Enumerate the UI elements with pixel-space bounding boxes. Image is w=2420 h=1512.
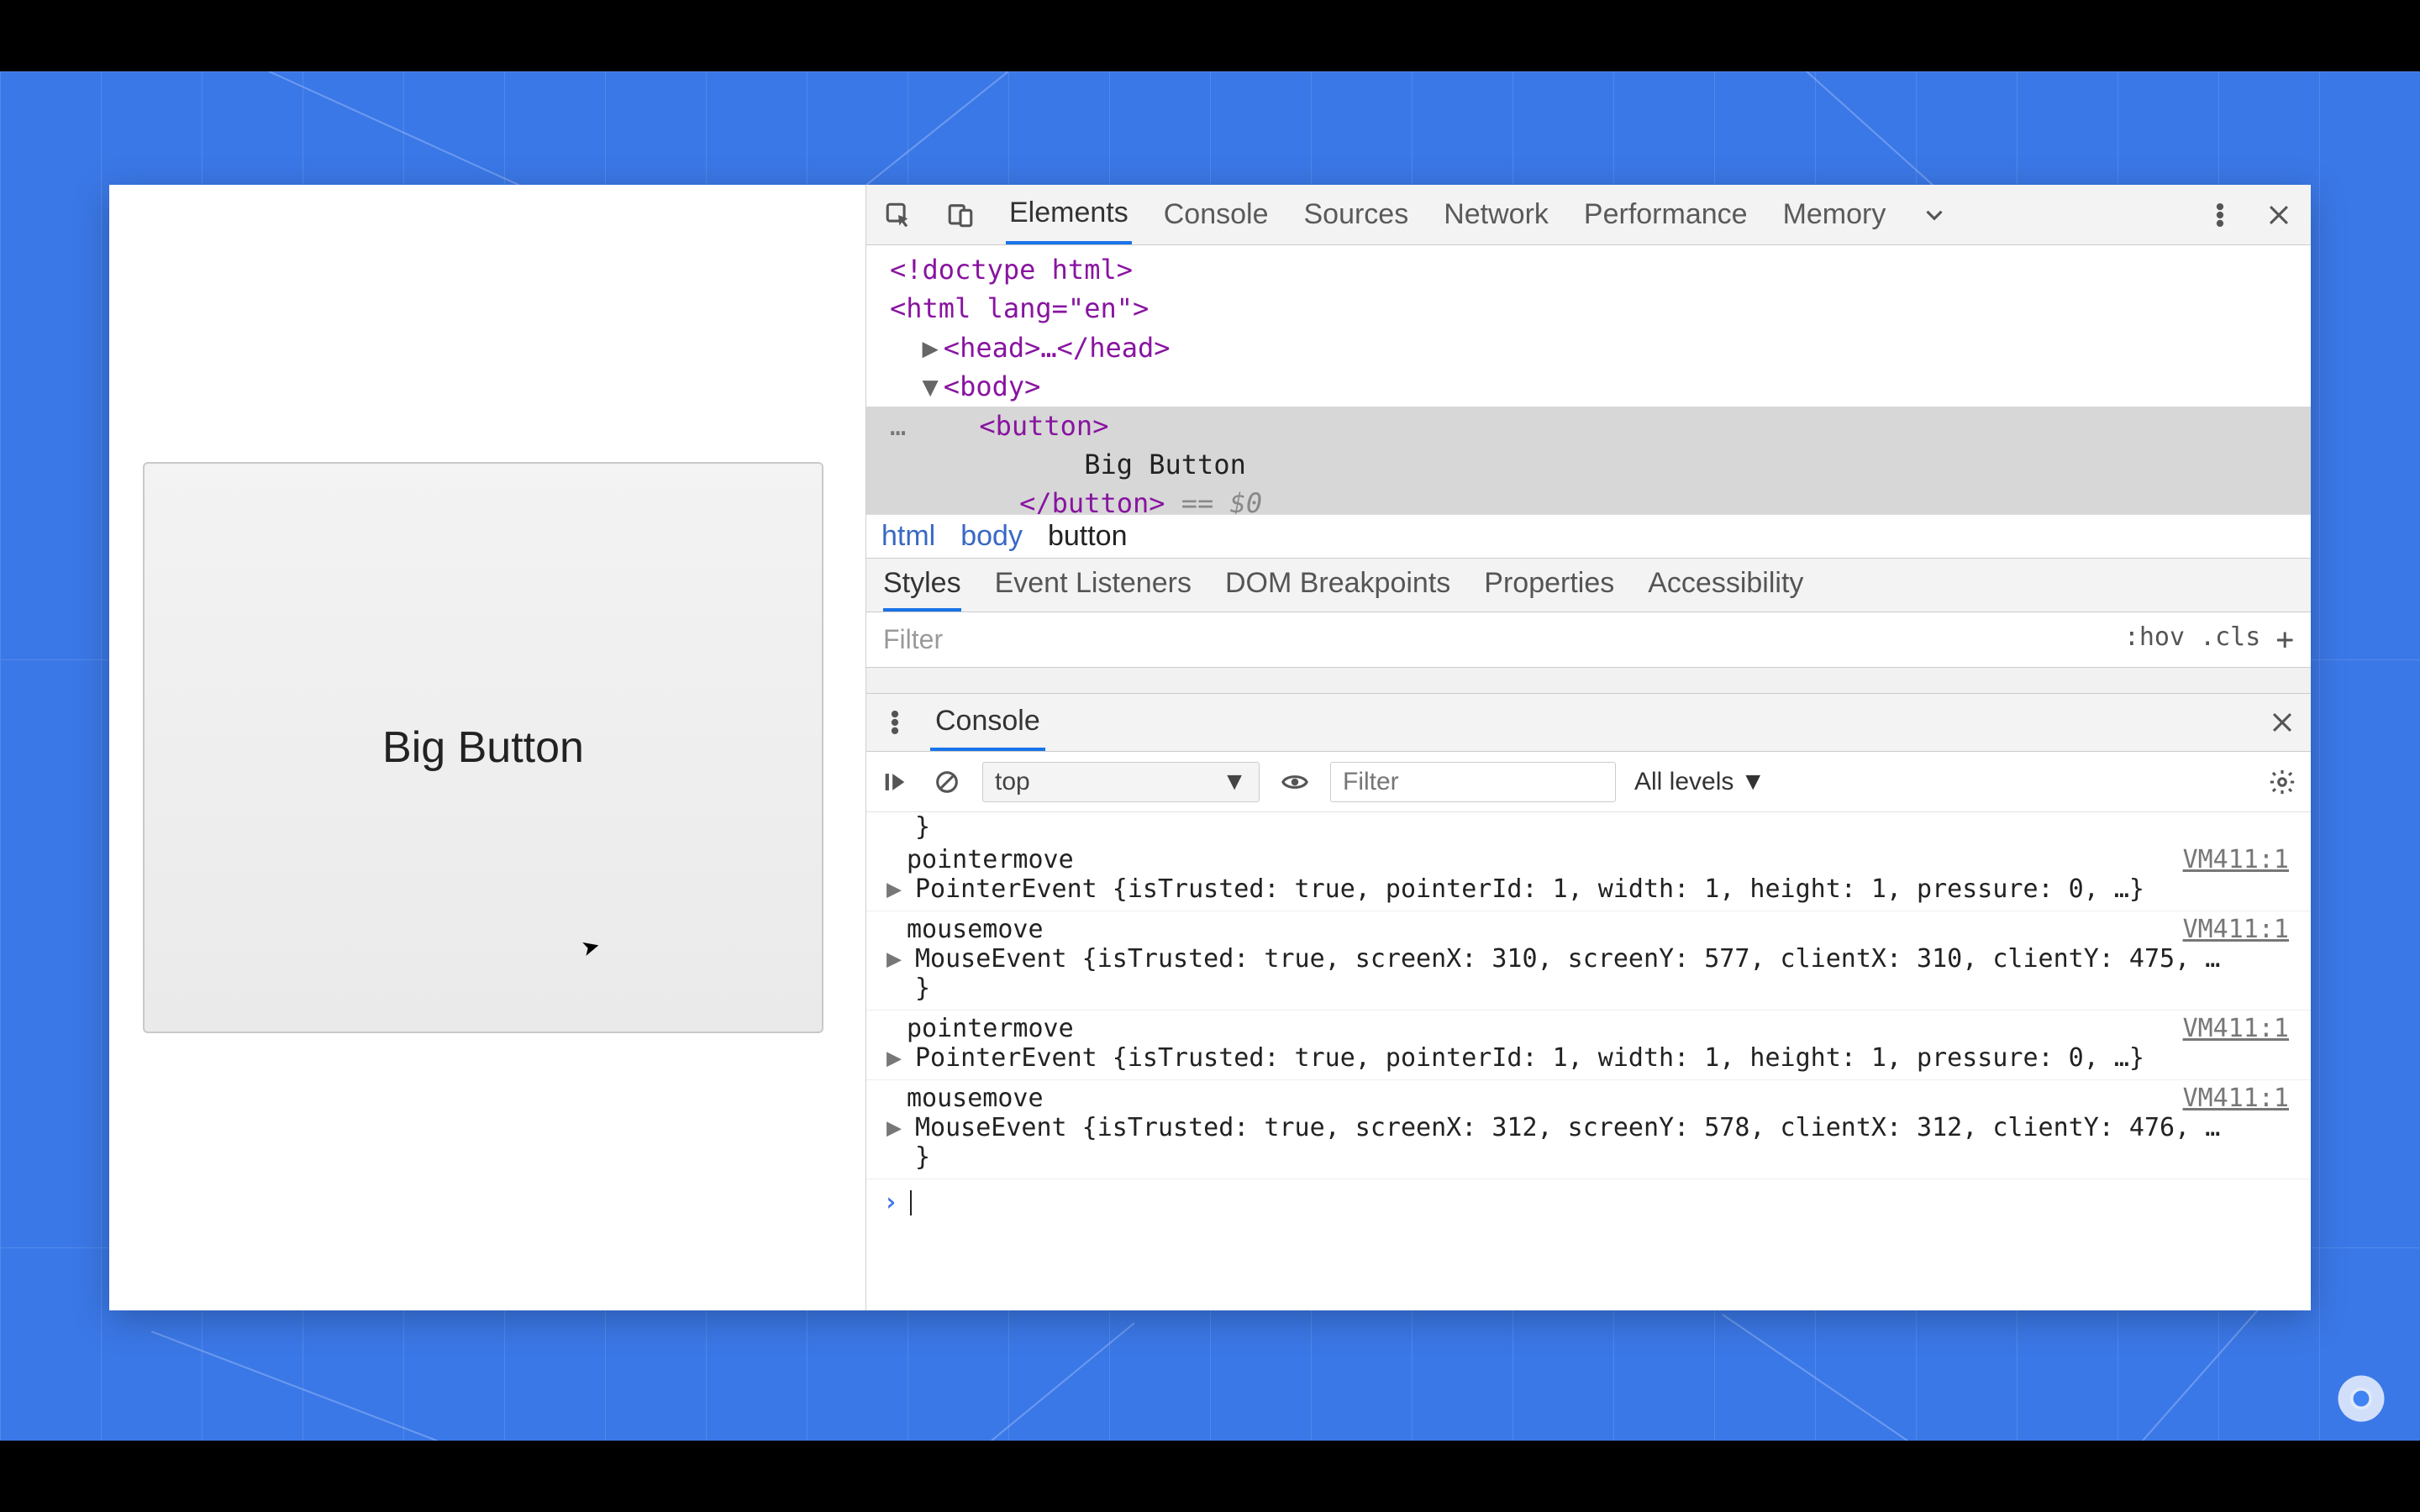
- tab-performance[interactable]: Performance: [1581, 186, 1751, 243]
- live-expression-icon[interactable]: [1278, 765, 1312, 799]
- context-value: top: [995, 768, 1030, 796]
- styles-filter-row: :hov .cls +: [866, 612, 2311, 668]
- crumb-html[interactable]: html: [881, 520, 935, 553]
- drawer-menu-icon[interactable]: [878, 706, 912, 739]
- big-button[interactable]: Big Button ➤: [143, 462, 823, 1033]
- device-toggle-icon[interactable]: [944, 198, 977, 232]
- log-event-name: pointermove: [907, 845, 1074, 874]
- console-drawer-header: Console: [866, 693, 2311, 752]
- styles-filter-input[interactable]: [866, 612, 2107, 667]
- subtab-properties[interactable]: Properties: [1484, 567, 1614, 612]
- mouse-cursor-icon: ➤: [578, 932, 602, 963]
- subtab-styles[interactable]: Styles: [883, 567, 961, 612]
- execution-context-select[interactable]: top ▼: [982, 762, 1260, 802]
- log-entry[interactable]: mousemove VM411:1 ▶ MouseEvent {isTrusted…: [866, 911, 2311, 1011]
- log-entry[interactable]: pointermove VM411:1 ▶ PointerEvent {isTru…: [866, 842, 2311, 911]
- inspect-icon[interactable]: [881, 198, 915, 232]
- prompt-chevron-icon: ›: [883, 1188, 898, 1217]
- add-style-rule-icon[interactable]: +: [2275, 622, 2294, 657]
- chrome-logo-icon: [2336, 1373, 2386, 1424]
- crumb-button[interactable]: button: [1048, 520, 1128, 553]
- disclosure-triangle-icon[interactable]: ▼: [923, 370, 944, 402]
- dom-selected-row[interactable]: … <button>: [866, 407, 2311, 445]
- chevron-down-icon: ▼: [1222, 768, 1247, 796]
- console-filter-input[interactable]: [1330, 762, 1616, 802]
- disclosure-triangle-icon[interactable]: ▶: [886, 874, 902, 904]
- disclosure-triangle-icon[interactable]: ▶: [886, 1113, 902, 1142]
- subtab-event-listeners[interactable]: Event Listeners: [995, 567, 1192, 612]
- drawer-tab-console[interactable]: Console: [930, 695, 1045, 751]
- clear-console-icon[interactable]: [930, 765, 964, 799]
- log-source-link[interactable]: VM411:1: [2183, 915, 2289, 944]
- stage: Big Button ➤ Elements Console Sources: [0, 0, 2420, 1512]
- slide-background: Big Button ➤ Elements Console Sources: [0, 71, 2420, 1441]
- log-brace: }: [866, 812, 2311, 842]
- console-step-icon[interactable]: [878, 765, 912, 799]
- log-entry[interactable]: pointermove VM411:1 ▶ PointerEvent {isTru…: [866, 1011, 2311, 1080]
- kebab-menu-icon[interactable]: [2203, 198, 2237, 232]
- dom-sel-suffix: == $0: [1165, 487, 1263, 514]
- tab-network[interactable]: Network: [1440, 186, 1552, 243]
- subtab-dom-breakpoints[interactable]: DOM Breakpoints: [1225, 567, 1450, 612]
- text-caret: [910, 1190, 912, 1215]
- close-devtools-icon[interactable]: [2262, 198, 2296, 232]
- devtools-tabstrip: Elements Console Sources Network Perform…: [866, 185, 2311, 245]
- big-button-label: Big Button: [382, 722, 584, 773]
- elements-dom-tree[interactable]: <!doctype html> <html lang="en"> ▶<head>…: [866, 245, 2311, 514]
- tab-sources[interactable]: Sources: [1300, 186, 1412, 243]
- dom-doctype: <!doctype html>: [890, 254, 1133, 286]
- log-object: PointerEvent {isTrusted: true, pointerId…: [915, 1043, 2144, 1073]
- log-levels-label: All levels: [1634, 768, 1733, 796]
- console-prompt[interactable]: ›: [866, 1179, 2311, 1226]
- tab-console[interactable]: Console: [1160, 186, 1272, 243]
- log-event-name: mousemove: [907, 915, 1044, 944]
- dom-button-text: Big Button: [1084, 449, 1246, 480]
- tab-elements[interactable]: Elements: [1006, 185, 1132, 244]
- browser-devtools-window: Big Button ➤ Elements Console Sources: [109, 185, 2311, 1310]
- dom-body-open: <body>: [944, 370, 1041, 402]
- log-object: MouseEvent {isTrusted: true, screenX: 31…: [915, 944, 2220, 974]
- log-object: PointerEvent {isTrusted: true, pointerId…: [915, 874, 2144, 904]
- page-preview: Big Button ➤: [109, 185, 865, 1310]
- elements-breadcrumb: html body button: [866, 514, 2311, 559]
- disclosure-triangle-icon[interactable]: ▶: [923, 332, 944, 364]
- log-event-name: mousemove: [907, 1084, 1044, 1113]
- dom-button-close: </button>: [1019, 487, 1165, 514]
- tab-memory[interactable]: Memory: [1780, 186, 1890, 243]
- log-event-name: pointermove: [907, 1014, 1074, 1043]
- chip-cls[interactable]: .cls: [2200, 622, 2260, 657]
- log-entry[interactable]: mousemove VM411:1 ▶ MouseEvent {isTrusted…: [866, 1080, 2311, 1179]
- log-brace: }: [907, 1142, 2294, 1172]
- chip-hov[interactable]: :hov: [2124, 622, 2185, 657]
- dom-head: <head>…</head>: [944, 332, 1171, 364]
- crumb-body[interactable]: body: [960, 520, 1023, 553]
- disclosure-triangle-icon[interactable]: ▶: [886, 1043, 902, 1073]
- chevron-down-icon: ▼: [1740, 768, 1765, 796]
- dom-button-open: <button>: [979, 410, 1108, 442]
- styles-subtabs: Styles Event Listeners DOM Breakpoints P…: [866, 559, 2311, 612]
- log-levels-select[interactable]: All levels ▼: [1634, 768, 1765, 796]
- subtab-accessibility[interactable]: Accessibility: [1648, 567, 1803, 612]
- console-log[interactable]: } pointermove VM411:1 ▶ PointerEvent {isT…: [866, 812, 2311, 1310]
- devtools-panel: Elements Console Sources Network Perform…: [865, 185, 2311, 1310]
- dom-html-open: <html lang="en">: [890, 292, 1149, 324]
- console-toolbar: top ▼ All levels ▼: [866, 752, 2311, 812]
- log-source-link[interactable]: VM411:1: [2183, 845, 2289, 874]
- disclosure-triangle-icon[interactable]: ▶: [886, 944, 902, 974]
- log-source-link[interactable]: VM411:1: [2183, 1084, 2289, 1113]
- log-object: MouseEvent {isTrusted: true, screenX: 31…: [915, 1113, 2220, 1142]
- drawer-close-icon[interactable]: [2265, 706, 2299, 739]
- log-source-link[interactable]: VM411:1: [2183, 1014, 2289, 1043]
- tabs-overflow-icon[interactable]: [1918, 198, 1951, 232]
- styles-chips: :hov .cls +: [2107, 622, 2311, 657]
- console-settings-icon[interactable]: [2265, 765, 2299, 799]
- log-brace: }: [907, 974, 2294, 1003]
